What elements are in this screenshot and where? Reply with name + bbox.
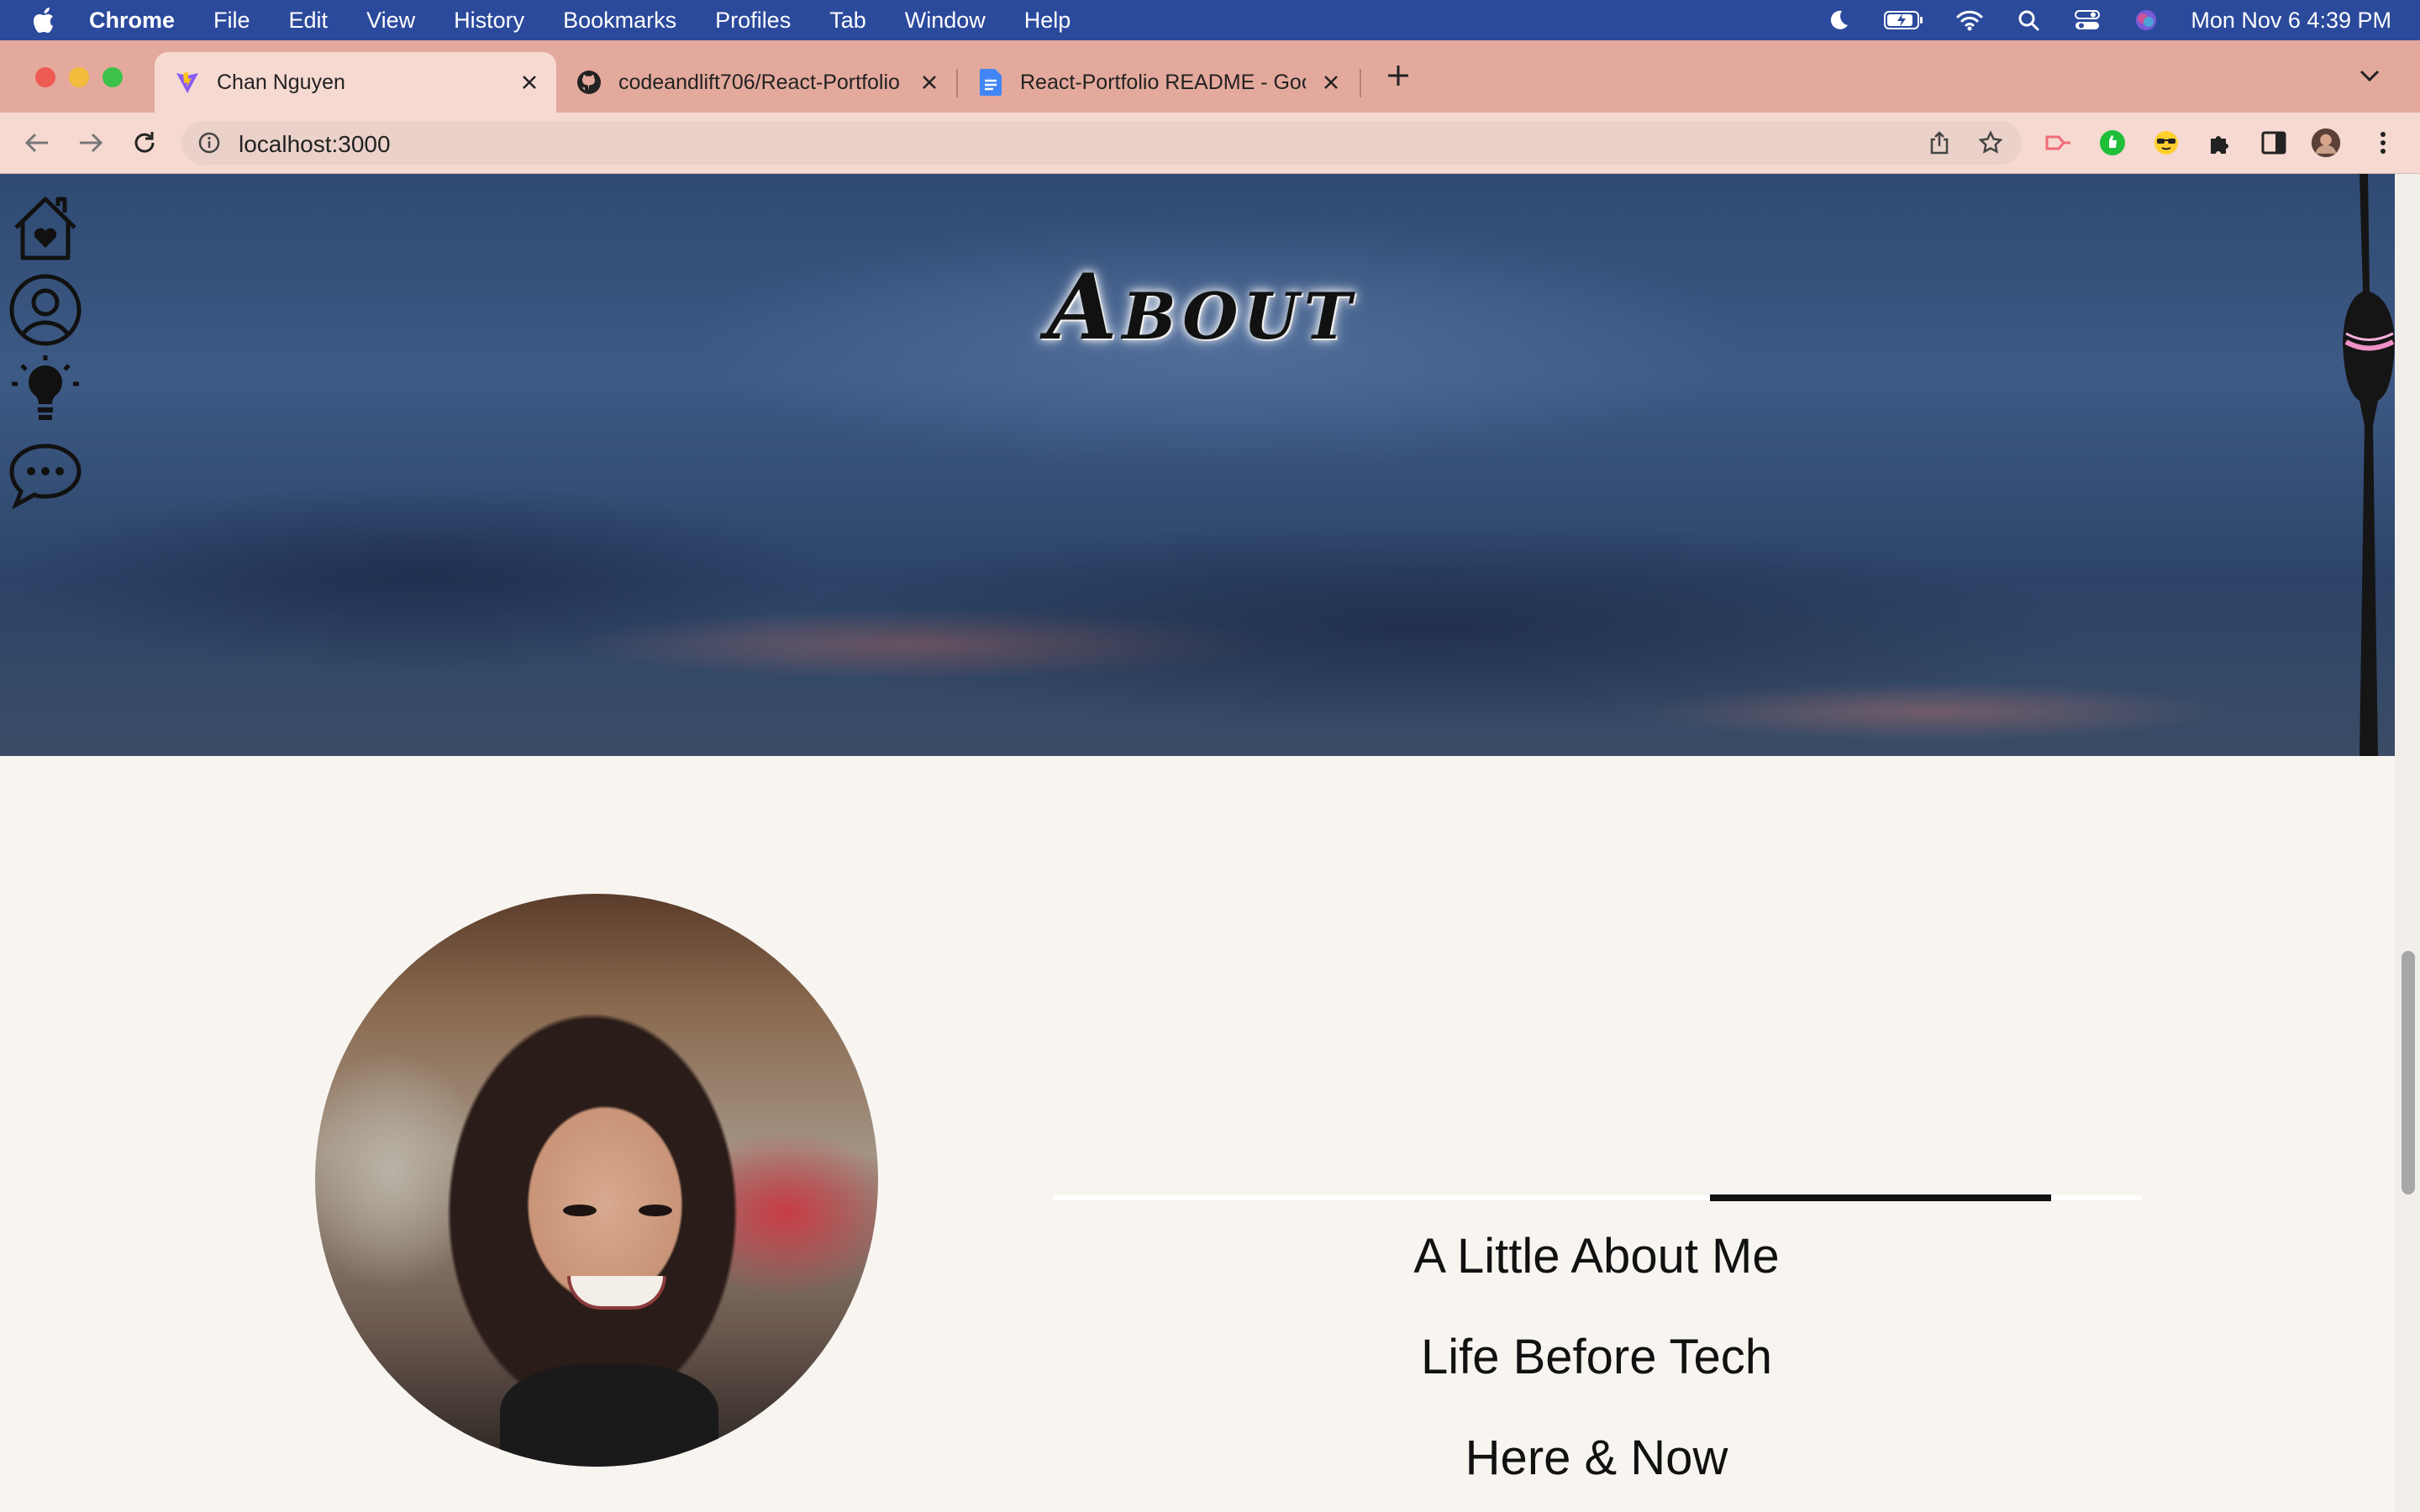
tab-github-repo[interactable]: codeandlift706/React-Portfolio (556, 52, 956, 113)
moon-icon[interactable] (1824, 6, 1853, 34)
window-close-button[interactable] (35, 67, 55, 87)
back-arrow-icon[interactable] (22, 128, 52, 158)
profile-avatar[interactable] (2311, 128, 2341, 158)
wifi-icon[interactable] (1955, 6, 1984, 34)
tab-title: React-Portfolio README - Goo (1020, 70, 1306, 94)
browser-toolbar: localhost:3000 (0, 113, 2420, 174)
control-center-icon[interactable] (2073, 6, 2102, 34)
profile-photo (315, 894, 878, 1467)
photo-detail (639, 1205, 672, 1216)
new-tab-plus-icon[interactable] (1383, 60, 1413, 91)
tab-close-icon[interactable] (1319, 71, 1343, 94)
address-bar[interactable]: localhost:3000 (182, 121, 2022, 165)
macos-menu-bar: Chrome File Edit View History Bookmarks … (0, 0, 2420, 40)
menu-view[interactable]: View (366, 8, 415, 34)
chat-bubble-icon[interactable] (7, 436, 84, 513)
extension-green-hand-icon[interactable] (2097, 128, 2128, 158)
vite-icon (175, 70, 200, 95)
tab-close-icon[interactable] (918, 71, 941, 94)
tab-title: codeandlift706/React-Portfolio (618, 70, 900, 94)
battery-icon[interactable] (1883, 6, 1925, 34)
bookmark-star-icon[interactable] (1978, 130, 2003, 155)
page-scrollbar[interactable] (2395, 174, 2420, 1512)
browser-tab-strip: Chan Nguyen codeandlift706/React-Portfol… (0, 40, 2420, 113)
about-section: A Little About Me Life Before Tech Here … (0, 756, 2395, 1512)
site-info-icon[interactable] (198, 132, 220, 154)
extension-pink-arrow-icon[interactable] (2044, 128, 2074, 158)
photo-detail (567, 1276, 666, 1310)
cn-tower-image (2343, 174, 2395, 756)
hero-banner: About (0, 174, 2395, 756)
menu-history[interactable]: History (454, 8, 524, 34)
window-zoom-button[interactable] (103, 67, 123, 87)
apple-icon[interactable] (32, 5, 59, 35)
google-docs-icon (978, 69, 1003, 96)
window-minimize-button[interactable] (69, 67, 89, 87)
chrome-menu-kebab-icon[interactable] (2368, 128, 2398, 158)
hero-title: About (1046, 255, 1357, 360)
address-url[interactable]: localhost:3000 (239, 131, 391, 158)
tab-divider (1360, 69, 1361, 97)
photo-detail (500, 1364, 718, 1467)
user-profile-icon[interactable] (7, 271, 84, 349)
menu-file[interactable]: File (213, 8, 250, 34)
menu-edit[interactable]: Edit (289, 8, 329, 34)
menu-bookmarks[interactable]: Bookmarks (563, 8, 676, 34)
tab-search-chevron-down-icon[interactable] (2354, 60, 2385, 91)
github-icon (576, 70, 602, 95)
about-link-here-and-now[interactable]: Here & Now (1176, 1430, 2017, 1486)
about-link-a-little-about-me[interactable]: A Little About Me (1176, 1228, 2017, 1284)
photo-detail (563, 1205, 597, 1216)
spotlight-search-icon[interactable] (2014, 6, 2043, 34)
forward-arrow-icon[interactable] (76, 128, 106, 158)
tab-title: Chan Nguyen (217, 70, 345, 94)
home-heart-icon[interactable] (7, 189, 84, 266)
about-link-life-before-tech[interactable]: Life Before Tech (1176, 1329, 2017, 1385)
menubar-clock[interactable]: Mon Nov 6 4:39 PM (2191, 8, 2391, 34)
tab-chan-nguyen[interactable]: Chan Nguyen (155, 52, 556, 113)
side-panel-icon[interactable] (2259, 128, 2289, 158)
page-viewport: About A Little About Me Life Before Tech… (0, 174, 2420, 1512)
tab-close-icon[interactable] (518, 71, 541, 94)
extensions-puzzle-icon[interactable] (2205, 128, 2235, 158)
menu-window[interactable]: Window (905, 8, 986, 34)
page-scrollbar-thumb[interactable] (2402, 951, 2415, 1194)
share-icon[interactable] (1928, 131, 1951, 155)
menu-tab[interactable]: Tab (829, 8, 866, 34)
menu-app-name[interactable]: Chrome (89, 8, 175, 34)
extension-sunglasses-emoji-icon[interactable] (2151, 128, 2181, 158)
reload-icon[interactable] (129, 128, 160, 158)
tab-google-doc[interactable]: React-Portfolio README - Goo (958, 52, 1358, 113)
side-navigation (7, 189, 87, 518)
menu-profiles[interactable]: Profiles (715, 8, 791, 34)
about-tabs-active-indicator (1710, 1194, 2051, 1201)
lightbulb-icon[interactable] (7, 354, 84, 431)
menu-help[interactable]: Help (1024, 8, 1071, 34)
siri-icon[interactable] (2132, 6, 2160, 34)
